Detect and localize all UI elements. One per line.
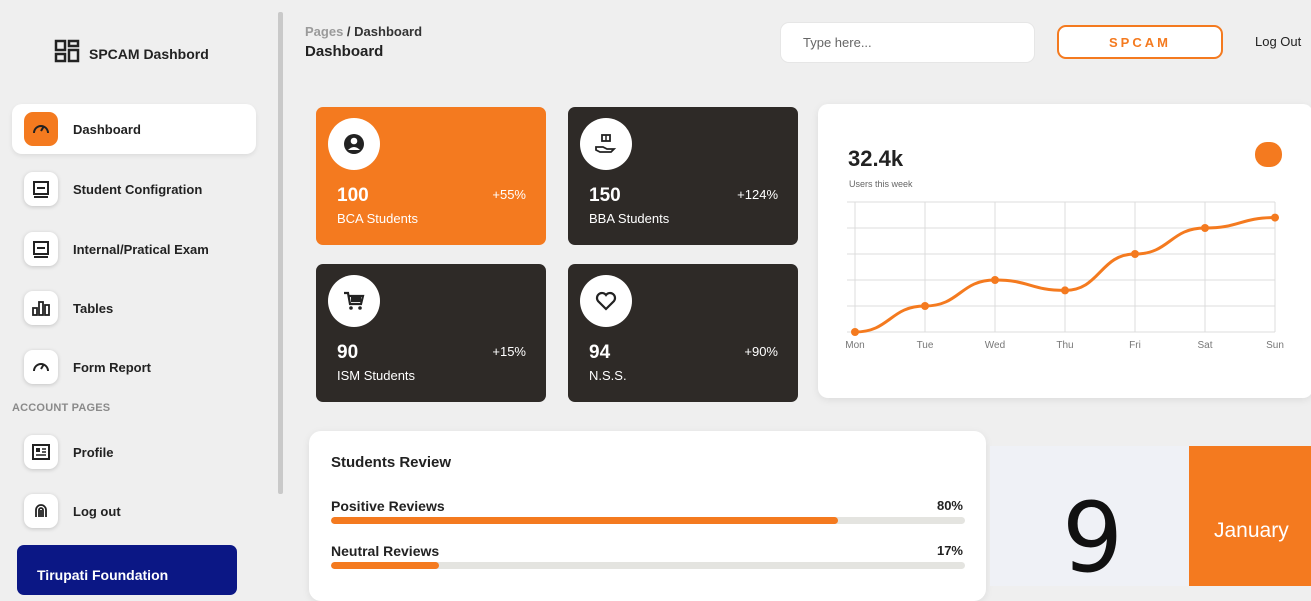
stat-value: 150 bbox=[589, 185, 621, 206]
stat-value: 100 bbox=[337, 185, 369, 206]
x-tick-label: Wed bbox=[985, 340, 1005, 351]
sidebar-item-label: Internal/Pratical Exam bbox=[73, 241, 209, 257]
brand[interactable]: SPCAM Dashbord bbox=[54, 39, 209, 68]
calendar-day: 9 bbox=[1062, 482, 1124, 594]
x-tick-label: Sun bbox=[1266, 340, 1284, 351]
stat-label: BBA Students bbox=[589, 211, 670, 226]
data-point bbox=[991, 276, 999, 284]
speedometer-icon bbox=[24, 350, 58, 384]
sidebar-item-log-out[interactable]: Log out bbox=[12, 486, 256, 536]
review-progress-track bbox=[331, 517, 965, 524]
stat-value: 94 bbox=[589, 342, 611, 363]
data-point bbox=[851, 328, 859, 336]
dashboard-grid-icon bbox=[54, 39, 80, 68]
hand-gift-icon bbox=[580, 118, 632, 170]
users-chart-card: 32.4k Users this week Mon Tue Wed Thu Fri Sat… bbox=[818, 104, 1311, 398]
stat-label: N.S.S. bbox=[589, 368, 627, 383]
review-title: Students Review bbox=[331, 454, 452, 471]
x-tick-label: Fri bbox=[1129, 340, 1141, 351]
stat-change: +15% bbox=[492, 344, 526, 359]
students-review-card: Students Review Positive Reviews 80% Neu… bbox=[309, 431, 986, 601]
x-tick-label: Mon bbox=[845, 340, 864, 351]
sidebar-item-dashboard[interactable]: Dashboard bbox=[12, 104, 256, 154]
review-percent: 17% bbox=[936, 543, 963, 558]
sidebar-item-label: Form Report bbox=[73, 359, 151, 375]
sidebar-item-label: Dashboard bbox=[73, 121, 141, 137]
brand-title: SPCAM Dashbord bbox=[89, 45, 209, 62]
review-progress-fill bbox=[331, 562, 439, 569]
stat-card-ism[interactable]: 90 +15% ISM Students bbox=[316, 264, 546, 402]
stat-value: 90 bbox=[337, 342, 359, 363]
sidebar-item-label: Profile bbox=[73, 444, 114, 460]
sidebar-item-tables[interactable]: Tables bbox=[12, 283, 256, 333]
monitor-icon bbox=[24, 232, 58, 266]
breadcrumb: Pages / Dashboard bbox=[305, 24, 422, 39]
breadcrumb-root[interactable]: Pages bbox=[305, 24, 343, 39]
stat-change: +90% bbox=[744, 344, 778, 359]
data-point bbox=[921, 302, 929, 310]
x-tick-label: Thu bbox=[1056, 340, 1073, 351]
foundation-card[interactable]: Tirupati Foundation bbox=[17, 545, 237, 595]
sidebar-item-profile[interactable]: Profile bbox=[12, 427, 256, 477]
logout-link[interactable]: Log Out bbox=[1255, 34, 1301, 49]
spcam-button[interactable]: SPCAM bbox=[1057, 25, 1223, 59]
review-progress-track bbox=[331, 562, 965, 569]
sidebar-scrollbar[interactable] bbox=[278, 12, 283, 494]
x-tick-label: Tue bbox=[917, 340, 934, 351]
sidebar-item-student-configration[interactable]: Student Configration bbox=[12, 164, 256, 214]
search-box bbox=[780, 22, 1035, 63]
sidebar-item-form-report[interactable]: Form Report bbox=[12, 342, 256, 392]
data-point bbox=[1201, 224, 1209, 232]
sidebar: SPCAM Dashbord Dashboard Student Configr… bbox=[0, 0, 278, 595]
stat-change: +124% bbox=[737, 187, 778, 202]
sidebar-item-label: Log out bbox=[73, 503, 121, 519]
user-circle-icon bbox=[328, 118, 380, 170]
data-point bbox=[1061, 286, 1069, 295]
stat-card-bba[interactable]: 150 +124% BBA Students bbox=[568, 107, 798, 245]
page-title: Dashboard bbox=[305, 43, 384, 60]
breadcrumb-current: Dashboard bbox=[354, 24, 423, 39]
users-line-chart: Mon Tue Wed Thu Fri Sat Sun bbox=[845, 201, 1284, 351]
sidebar-item-label: Tables bbox=[73, 300, 114, 316]
data-point bbox=[1131, 250, 1139, 258]
bar-chart-icon bbox=[24, 291, 58, 325]
calendar-month-panel bbox=[1189, 446, 1311, 586]
x-tick-label: Sat bbox=[1197, 340, 1212, 351]
stat-label: ISM Students bbox=[337, 368, 416, 383]
cart-icon bbox=[328, 275, 380, 327]
data-point bbox=[1271, 213, 1279, 222]
review-percent: 80% bbox=[936, 498, 963, 513]
heart-icon bbox=[580, 275, 632, 327]
account-pages-heading: ACCOUNT PAGES bbox=[12, 402, 111, 414]
review-label: Neutral Reviews bbox=[331, 543, 440, 559]
calendar-month: January bbox=[1214, 519, 1289, 542]
sidebar-item-internal-pratical-exam[interactable]: Internal/Pratical Exam bbox=[12, 224, 256, 274]
review-label: Positive Reviews bbox=[331, 498, 445, 514]
monitor-icon bbox=[24, 172, 58, 206]
search-input[interactable] bbox=[781, 23, 1034, 62]
review-progress-fill bbox=[331, 517, 839, 524]
sidebar-item-label: Student Configration bbox=[73, 181, 203, 197]
fingerprint-icon bbox=[24, 494, 58, 528]
id-card-icon bbox=[24, 435, 58, 469]
stat-card-bca[interactable]: 100 +55% BCA Students bbox=[316, 107, 546, 245]
stat-label: BCA Students bbox=[337, 211, 418, 226]
stat-change: +55% bbox=[492, 187, 526, 202]
speedometer-icon bbox=[24, 112, 58, 146]
breadcrumb-separator: / bbox=[343, 24, 355, 39]
stat-card-nss[interactable]: 94 +90% N.S.S. bbox=[568, 264, 798, 402]
